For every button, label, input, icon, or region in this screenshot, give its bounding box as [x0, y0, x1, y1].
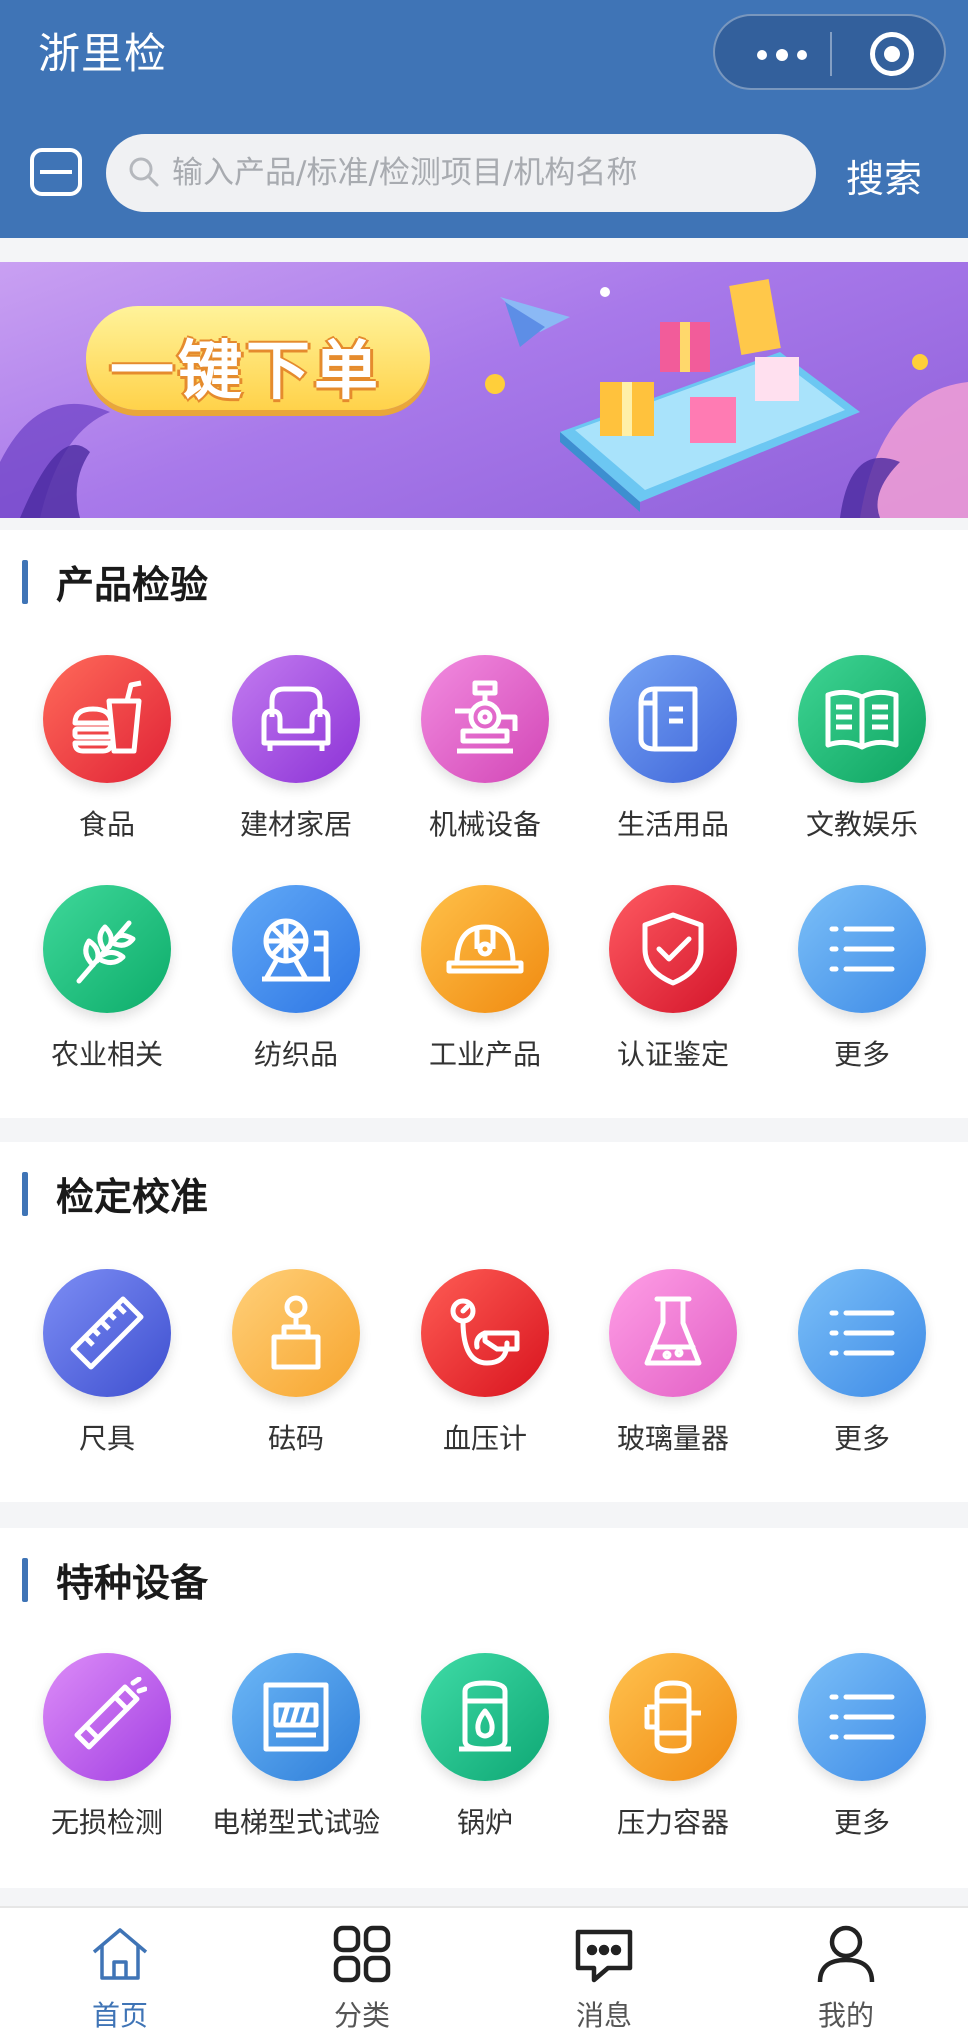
section-accent-bar [22, 1172, 28, 1216]
category-daily-goods[interactable]: 生活用品 [578, 655, 768, 855]
category-label: 玻璃量器 [616, 1422, 729, 1455]
category-label: 尺具 [78, 1422, 135, 1455]
sofa-icon [261, 686, 331, 751]
section-accent-bar [22, 560, 28, 604]
list-icon [829, 1694, 895, 1740]
app-title: 浙里检 [38, 29, 168, 78]
category-pressure-vessel[interactable]: 压力容器 [578, 1653, 768, 1853]
close-program-icon[interactable] [870, 32, 914, 76]
category-label: 纺织品 [253, 1038, 338, 1071]
weight-icon [271, 1295, 321, 1370]
category-label: 文教娱乐 [805, 808, 918, 841]
bottom-tab-bar: 首页 分类 消息 我的 [0, 1906, 968, 2040]
blood-pressure-icon [450, 1298, 520, 1366]
list-icon [829, 1310, 895, 1356]
category-culture-entertainment[interactable]: 文教娱乐 [767, 655, 957, 855]
mini-program-capsule [713, 14, 946, 90]
category-label: 锅炉 [456, 1806, 513, 1839]
boiler-icon [459, 1680, 511, 1752]
food-icon [72, 680, 142, 754]
category-building-home[interactable]: 建材家居 [201, 655, 391, 855]
app-header: 浙里检 搜索 [0, 0, 968, 238]
category-elevator-test[interactable]: 电梯型式试验 [201, 1653, 391, 1853]
category-boiler[interactable]: 锅炉 [390, 1653, 580, 1853]
category-weight[interactable]: 砝码 [201, 1269, 391, 1469]
tab-profile[interactable]: 我的 [766, 1922, 926, 2032]
section-accent-bar [22, 1558, 28, 1602]
promo-banner[interactable]: 一键下单 [0, 262, 968, 518]
category-glassware[interactable]: 玻璃量器 [578, 1269, 768, 1469]
tab-label: 首页 [91, 1999, 148, 2032]
home-icon [92, 1928, 148, 1980]
category-label: 更多 [833, 1806, 890, 1839]
category-label: 更多 [833, 1038, 890, 1071]
hardhat-icon [446, 924, 524, 974]
category-textiles[interactable]: 纺织品 [201, 885, 391, 1085]
category-certification[interactable]: 认证鉴定 [578, 885, 768, 1085]
machine-icon [455, 680, 518, 754]
shield-check-icon [642, 912, 704, 986]
grid-icon [333, 1925, 391, 1983]
category-label: 更多 [833, 1422, 890, 1455]
category-ruler[interactable]: 尺具 [12, 1269, 202, 1469]
search-input[interactable] [172, 134, 792, 212]
category-label: 食品 [78, 808, 135, 841]
category-label: 砝码 [267, 1422, 324, 1455]
tab-label: 分类 [333, 1999, 390, 2032]
category-label: 生活用品 [616, 808, 729, 841]
category-industrial[interactable]: 工业产品 [390, 885, 580, 1085]
category-label: 工业产品 [428, 1038, 541, 1071]
category-label: 认证鉴定 [616, 1038, 729, 1071]
category-more[interactable]: 更多 [767, 1269, 957, 1469]
category-blood-pressure[interactable]: 血压计 [390, 1269, 580, 1469]
capsule-divider [830, 32, 832, 76]
pressure-vessel-icon [644, 1680, 701, 1754]
flask-icon [644, 1296, 702, 1366]
category-more[interactable]: 更多 [767, 1653, 957, 1853]
section-special-equipment: 特种设备 无损检测 电梯型式试验 锅炉 压力容器 更多 [0, 1528, 968, 1888]
category-label: 无损检测 [50, 1806, 163, 1839]
category-ndt[interactable]: 无损检测 [12, 1653, 202, 1853]
category-more[interactable]: 更多 [767, 885, 957, 1085]
search-icon [129, 157, 159, 187]
category-label: 血压计 [442, 1422, 527, 1455]
user-icon [817, 1925, 875, 1983]
tab-label: 消息 [575, 1999, 632, 2032]
menu-card-icon[interactable] [30, 148, 82, 196]
more-options-icon[interactable] [751, 36, 811, 72]
section-title: 产品检验 [56, 563, 209, 607]
banner-headline: 一键下单 [110, 335, 382, 409]
list-icon [829, 926, 895, 972]
message-icon [575, 1929, 633, 1983]
tab-label: 我的 [817, 1999, 874, 2032]
tab-messages[interactable]: 消息 [524, 1922, 684, 2032]
category-machinery[interactable]: 机械设备 [390, 655, 580, 855]
loom-icon [262, 918, 330, 982]
elevator-icon [263, 1682, 329, 1752]
book-icon [825, 689, 899, 750]
section-title: 检定校准 [56, 1175, 209, 1219]
category-label: 压力容器 [616, 1806, 729, 1839]
ruler-icon [70, 1296, 144, 1370]
leaf-icon [76, 920, 136, 984]
section-title: 特种设备 [56, 1561, 209, 1605]
category-label: 建材家居 [239, 808, 352, 841]
tab-category[interactable]: 分类 [282, 1922, 442, 2032]
category-agriculture[interactable]: 农业相关 [12, 885, 202, 1085]
search-button[interactable]: 搜索 [846, 148, 922, 203]
category-label: 机械设备 [428, 808, 541, 841]
section-calibration: 检定校准 尺具 砝码 血压计 玻璃量器 更多 [0, 1142, 968, 1502]
probe-icon [74, 1677, 147, 1750]
category-food[interactable]: 食品 [12, 655, 202, 855]
category-label: 农业相关 [50, 1038, 163, 1071]
tab-home[interactable]: 首页 [40, 1922, 200, 2032]
section-product-inspection: 产品检验 食品 建材家居 机械设备 生活用品 文教娱乐 农业相关 纺织品 工业产… [0, 530, 968, 1118]
category-label: 电梯型式试验 [211, 1806, 380, 1839]
search-box[interactable] [106, 134, 816, 212]
tissue-icon [638, 686, 698, 752]
